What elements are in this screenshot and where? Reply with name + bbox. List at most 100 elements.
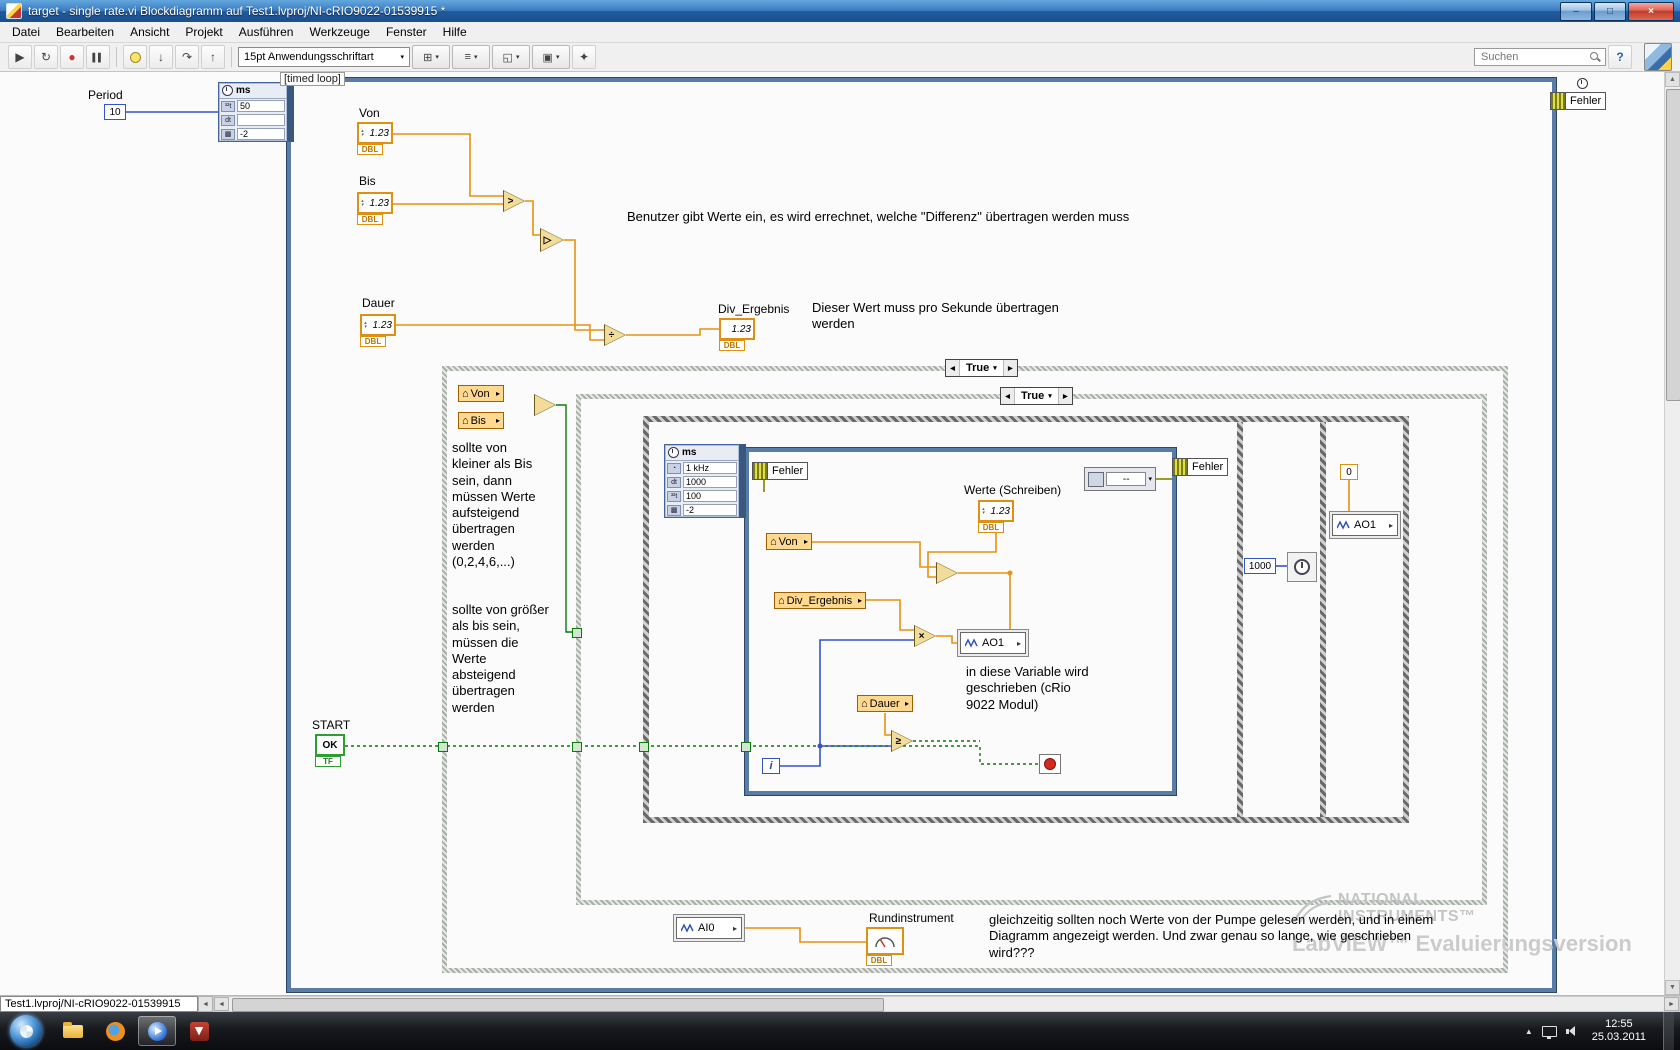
search-input[interactable]	[1479, 50, 1586, 64]
start-label[interactable]: START	[312, 718, 350, 732]
ring-constant-node[interactable]: -- ▾	[1084, 467, 1156, 491]
vertical-scrollbar[interactable]: ▲ ▼	[1664, 72, 1680, 995]
volume-icon[interactable]	[1565, 1026, 1575, 1036]
abort-button[interactable]: ●	[60, 45, 84, 69]
start-button[interactable]	[10, 1015, 42, 1047]
constant-1000[interactable]: 1000	[1244, 558, 1276, 574]
step-out-button[interactable]: ↑	[201, 45, 225, 69]
maximize-button[interactable]: □	[1594, 1, 1626, 21]
taskbar-item-explorer[interactable]	[54, 1016, 92, 1046]
row-value[interactable]: -2	[683, 504, 737, 516]
sequence-frame-divider[interactable]	[1237, 422, 1243, 817]
horizontal-scroll-thumb[interactable]	[232, 998, 884, 1012]
network-icon[interactable]	[1541, 1025, 1557, 1039]
row-value[interactable]: -2	[237, 128, 285, 140]
hidden-icons-chevron[interactable]: ▲	[1525, 1027, 1533, 1036]
constant-0[interactable]: 0	[1340, 464, 1358, 480]
iteration-terminal[interactable]: i	[762, 758, 780, 774]
scroll-left-icon[interactable]: ◄	[214, 997, 229, 1011]
distribute-objects-dropdown[interactable]: ≡ ▾	[452, 45, 490, 69]
multiply-node-1[interactable]	[936, 562, 958, 584]
spinner-icon[interactable]: ▴ ▾	[982, 507, 985, 516]
period-label[interactable]: Period	[88, 88, 123, 102]
ring-value[interactable]: --	[1106, 472, 1147, 486]
row-value[interactable]: 50	[237, 100, 285, 112]
local-variable-von[interactable]: ⌂ Von ▸	[458, 385, 504, 402]
scroll-up-icon[interactable]: ▲	[1665, 72, 1680, 87]
menu-bearbeiten[interactable]: Bearbeiten	[48, 23, 122, 41]
divide-node[interactable]: ÷	[604, 324, 626, 346]
row-value[interactable]: 1000	[683, 476, 737, 488]
numeric-control-bis[interactable]: ▴ ▾ 1.23 DBL	[357, 192, 393, 225]
gauge-indicator[interactable]: DBL	[866, 927, 904, 966]
timed-loop-inner[interactable]	[744, 447, 1177, 796]
reorder-dropdown[interactable]: ▣ ▾	[532, 45, 570, 69]
menu-projekt[interactable]: Projekt	[177, 23, 230, 41]
local-variable-bis[interactable]: ⌂ Bis ▸	[458, 412, 504, 429]
taskbar-clock[interactable]: 12:55 25.03.2011	[1584, 1018, 1654, 1044]
timed-loop-config-node-outer[interactable]: ms ³²t 50 dt ▩ -2	[218, 82, 294, 142]
local-variable-von-inner[interactable]: ⌂ Von ▸	[766, 533, 812, 550]
von-label[interactable]: Von	[359, 106, 380, 120]
numeric-indicator-div-ergebnis[interactable]: 1.23 DBL	[719, 318, 755, 351]
menu-fenster[interactable]: Fenster	[378, 23, 435, 41]
local-variable-div-ergebnis[interactable]: ⌂ Div_Ergebnis ▸	[774, 592, 866, 609]
show-desktop-button[interactable]	[1663, 1012, 1674, 1050]
pause-button[interactable]: ▌▌	[86, 45, 110, 69]
error-indicator-fehler-right[interactable]: Fehler	[1172, 458, 1229, 476]
bis-label[interactable]: Bis	[359, 174, 376, 188]
vi-icon[interactable]	[1644, 43, 1672, 71]
timed-loop-config-node-inner[interactable]: ms ◔ 1 kHz dt 1000 ³²t 100 ▩ -2	[664, 444, 746, 518]
font-selector[interactable]: 15pt Anwendungsschriftart ▾	[238, 47, 410, 67]
spinner-icon[interactable]: ▴ ▾	[361, 129, 364, 138]
highlight-execution-button[interactable]	[123, 45, 147, 69]
menu-ausfuehren[interactable]: Ausführen	[231, 23, 302, 41]
shared-variable-ao1[interactable]: AO1 ▸	[960, 632, 1026, 654]
close-button[interactable]: ×	[1628, 1, 1674, 21]
minimize-button[interactable]: –	[1560, 1, 1592, 21]
greater-than-node[interactable]: >	[503, 190, 525, 212]
menu-werkzeuge[interactable]: Werkzeuge	[301, 23, 377, 41]
numeric-control-werte[interactable]: ▴ ▾ 1.23 DBL	[978, 500, 1014, 533]
align-objects-dropdown[interactable]: ⊞ ▾	[412, 45, 450, 69]
scroll-right-icon[interactable]: ►	[1664, 997, 1679, 1011]
status-back-icon[interactable]: ◄	[198, 996, 213, 1012]
row-value[interactable]: 1 kHz	[683, 462, 737, 474]
prev-case-icon[interactable]: ◀	[1001, 388, 1015, 404]
cleanup-diagram-button[interactable]: ✦	[572, 45, 596, 69]
spinner-icon[interactable]: ▴ ▾	[361, 199, 364, 208]
resize-objects-dropdown[interactable]: ◱ ▾	[492, 45, 530, 69]
start-ok-button[interactable]: OK TF	[315, 734, 345, 767]
row-value[interactable]: 100	[683, 490, 737, 502]
step-over-button[interactable]: ↷	[175, 45, 199, 69]
div-ergebnis-label[interactable]: Div_Ergebnis	[718, 302, 789, 316]
taskbar-item-media-player[interactable]	[138, 1016, 176, 1046]
select-node[interactable]: ▷	[540, 228, 564, 252]
menu-datei[interactable]: Datei	[4, 23, 48, 41]
error-indicator-fehler-top[interactable]: Fehler	[1550, 92, 1607, 110]
menu-hilfe[interactable]: Hilfe	[435, 23, 475, 41]
numeric-control-von[interactable]: ▴ ▾ 1.23 DBL	[357, 122, 393, 155]
scroll-down-icon[interactable]: ▼	[1665, 980, 1680, 995]
case-selector-inner[interactable]: ◀ True ▾ ▶	[1000, 387, 1073, 405]
taskbar-item-adobe-reader[interactable]	[180, 1016, 218, 1046]
wait-ms-node[interactable]	[1287, 552, 1317, 582]
period-constant[interactable]: 10	[104, 104, 126, 120]
run-continuous-button[interactable]: ↻	[34, 45, 58, 69]
sequence-frame-divider[interactable]	[1320, 422, 1326, 817]
shared-variable-ai0[interactable]: AI0 ▸	[676, 917, 742, 939]
run-button[interactable]: ▶	[8, 45, 32, 69]
stop-condition-terminal[interactable]	[1039, 754, 1061, 774]
search-box[interactable]	[1474, 48, 1606, 66]
status-target[interactable]: Test1.lvproj/NI-cRIO9022-01539915	[0, 996, 198, 1012]
error-cluster-fehler-left[interactable]: Fehler	[752, 462, 809, 480]
taskbar-item-firefox[interactable]	[96, 1016, 134, 1046]
local-variable-dauer[interactable]: ⌂ Dauer ▸	[857, 695, 913, 712]
help-button[interactable]: ?	[1608, 45, 1632, 69]
menu-ansicht[interactable]: Ansicht	[122, 23, 177, 41]
shared-variable-ao1-write[interactable]: AO1 ▸	[1332, 514, 1398, 536]
next-case-icon[interactable]: ▶	[1002, 360, 1017, 376]
dauer-label[interactable]: Dauer	[362, 296, 395, 310]
rundinstrument-label[interactable]: Rundinstrument	[869, 911, 954, 925]
vertical-scroll-thumb[interactable]	[1666, 89, 1680, 401]
